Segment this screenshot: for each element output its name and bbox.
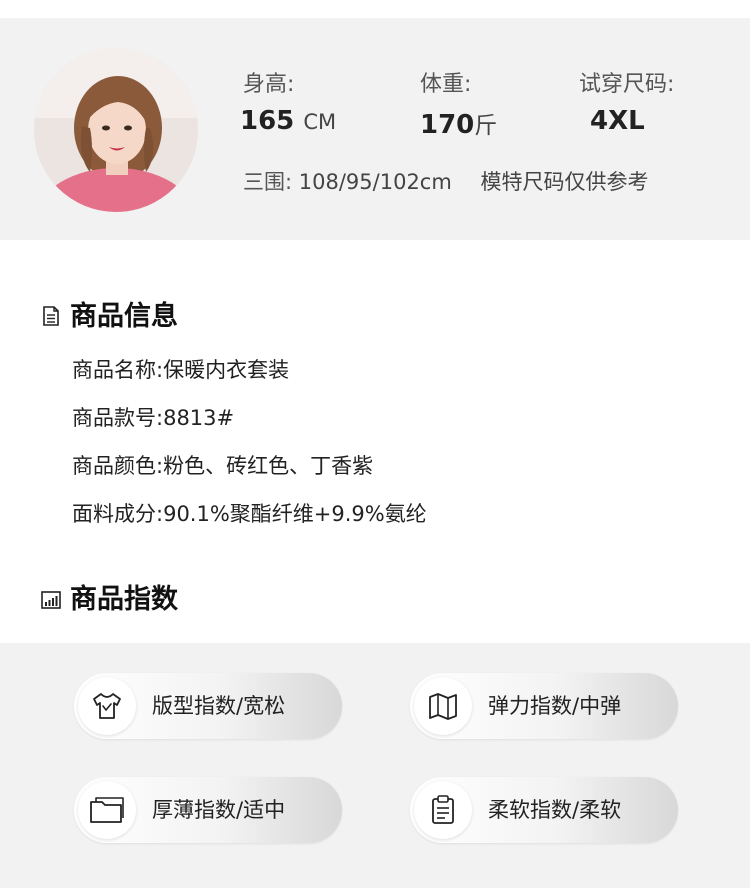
document-icon xyxy=(40,303,62,326)
measurements-value: 108/95/102cm xyxy=(298,170,452,194)
folder-icon xyxy=(78,781,136,839)
info-value: 保暖内衣套装 xyxy=(163,358,290,382)
info-label: 商品颜色: xyxy=(72,454,164,478)
measurements-label: 三围: xyxy=(243,170,293,194)
signal-bars-icon xyxy=(40,586,62,609)
info-row-style-number: 商品款号:8813# xyxy=(72,402,234,432)
model-avatar xyxy=(34,48,198,212)
height-value: 165 CM xyxy=(240,106,336,136)
size-value: 4XL xyxy=(590,106,645,136)
weight-value: 170斤 xyxy=(420,106,497,140)
info-label: 商品名称: xyxy=(72,358,164,382)
height-unit: CM xyxy=(303,110,337,134)
info-value: 8813# xyxy=(163,406,235,430)
index-elasticity: 弹力指数/中弹 xyxy=(410,673,678,739)
map-fold-icon xyxy=(414,677,472,735)
index-label: 厚薄指数/适中 xyxy=(152,798,286,822)
weight-number: 170 xyxy=(420,110,475,140)
product-index-heading: 商品指数 xyxy=(40,577,178,616)
product-info-heading: 商品信息 xyxy=(40,294,178,333)
info-row-colors: 商品颜色:粉色、砖红色、丁香紫 xyxy=(72,450,373,480)
size-label: 试穿尺码: xyxy=(579,72,675,97)
model-info-panel: 身高: 体重: 试穿尺码: 165 CM 170斤 4XL 三围: 108/95… xyxy=(0,18,750,240)
info-label: 面料成分: xyxy=(72,502,164,526)
product-index-title: 商品指数 xyxy=(70,584,178,615)
index-fit: 版型指数/宽松 xyxy=(74,673,342,739)
info-row-fabric: 面料成分:90.1%聚酯纤维+9.9%氨纶 xyxy=(72,498,427,528)
height-number: 165 xyxy=(240,106,295,136)
weight-unit: 斤 xyxy=(474,113,498,139)
measurements: 三围: 108/95/102cm 模特尺码仅供参考 xyxy=(243,166,649,196)
index-softness: 柔软指数/柔软 xyxy=(410,777,678,843)
index-label: 弹力指数/中弹 xyxy=(488,694,622,718)
product-index-panel: 版型指数/宽松 弹力指数/中弹 厚薄指数/适中 柔软指数/柔软 xyxy=(0,643,750,888)
info-label: 商品款号: xyxy=(72,406,164,430)
tshirt-icon xyxy=(78,677,136,735)
info-value: 90.1%聚酯纤维+9.9%氨纶 xyxy=(163,502,427,526)
clipboard-icon xyxy=(414,781,472,839)
info-value: 粉色、砖红色、丁香紫 xyxy=(163,454,374,478)
index-thickness: 厚薄指数/适中 xyxy=(74,777,342,843)
size-reference-note: 模特尺码仅供参考 xyxy=(480,170,649,194)
index-label: 柔软指数/柔软 xyxy=(488,798,622,822)
product-info-title: 商品信息 xyxy=(70,301,178,332)
index-label: 版型指数/宽松 xyxy=(152,694,286,718)
height-label: 身高: xyxy=(243,72,295,97)
info-row-name: 商品名称:保暖内衣套装 xyxy=(72,354,289,384)
weight-label: 体重: xyxy=(420,72,472,97)
